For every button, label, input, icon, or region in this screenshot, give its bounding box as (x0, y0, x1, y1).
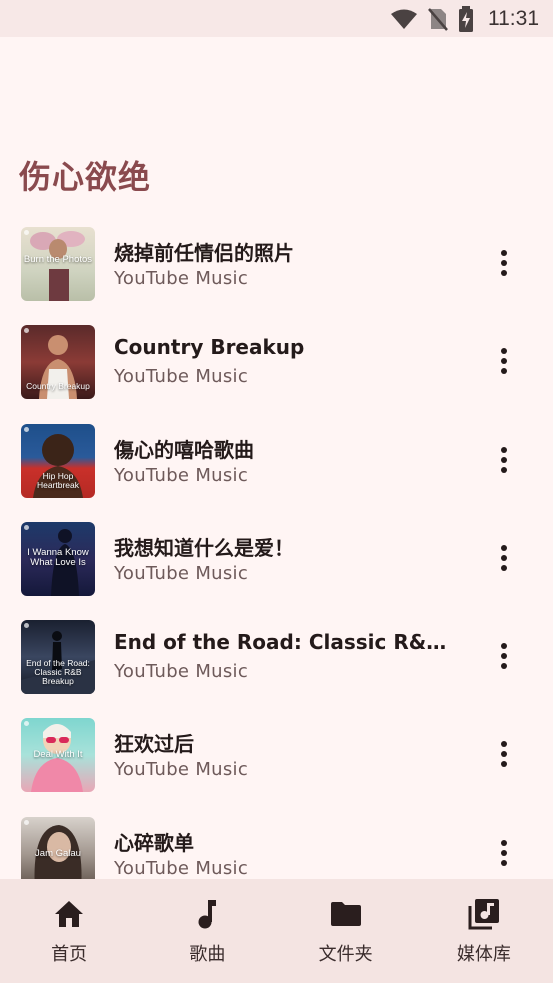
more-options-icon[interactable] (490, 243, 518, 283)
cover-text: Deal With It (33, 749, 83, 761)
track-title: 我想知道什么是爱！ (114, 535, 294, 560)
track-subtitle: YouTube Music (114, 562, 249, 584)
track-subtitle: YouTube Music (114, 464, 249, 486)
home-icon (54, 897, 84, 931)
nav-songs[interactable]: 歌曲 (138, 879, 276, 983)
track-subtitle: YouTube Music (114, 366, 249, 388)
no-sim-icon (428, 7, 448, 31)
more-options-icon[interactable] (490, 341, 518, 381)
playlist-cover: Country Breakup (21, 325, 95, 400)
cover-text: Country Breakup (26, 381, 90, 392)
cover-text: Hip Hop Heartbreak (36, 470, 80, 490)
folder-icon (330, 897, 362, 931)
page-title: 伤心欲绝 (19, 158, 152, 196)
track-title: 狂欢过后 (114, 732, 194, 757)
track-title: 傷心的嘻哈歌曲 (114, 437, 254, 462)
cover-text: Burn the Photos (23, 254, 93, 265)
track-title: 烧掉前任情侣的照片 (114, 241, 294, 265)
wifi-icon (390, 8, 418, 30)
more-options-icon[interactable] (490, 538, 518, 578)
track-subtitle: YouTube Music (114, 857, 249, 879)
list-item[interactable]: Burn the Photos 烧掉前任情侣的照片 YouTube Music (0, 213, 553, 311)
battery-charging-icon (458, 5, 474, 32)
track-title: 心碎歌单 (114, 830, 194, 855)
track-title: Country Breakup (114, 335, 305, 360)
list-item[interactable]: End of the Road: Classic R&B Breakup End… (0, 606, 553, 704)
list-item[interactable]: Hip Hop Heartbreak 傷心的嘻哈歌曲 YouTube Music (0, 410, 553, 508)
list-item[interactable]: I Wanna Know What Love Is 我想知道什么是爱！ YouT… (0, 508, 553, 606)
cover-text: I Wanna Know What Love Is (27, 546, 89, 568)
nav-folders[interactable]: 文件夹 (277, 879, 415, 983)
playlist-cover: Deal With It (21, 718, 95, 793)
list-item[interactable]: Deal With It 狂欢过后 YouTube Music (0, 704, 553, 802)
nav-home[interactable]: 首页 (0, 879, 138, 983)
more-options-icon[interactable] (490, 734, 518, 774)
playlist-cover: End of the Road: Classic R&B Breakup (21, 620, 95, 695)
more-options-icon[interactable] (490, 636, 518, 676)
track-subtitle: YouTube Music (114, 759, 249, 781)
playlist-list: Burn the Photos 烧掉前任情侣的照片 YouTube Music … (0, 213, 553, 901)
more-options-icon[interactable] (490, 833, 518, 873)
cover-text: Jam Galau (35, 847, 81, 859)
list-item[interactable]: Country Breakup Country Breakup YouTube … (0, 311, 553, 409)
cover-text: End of the Road: Classic R&B Breakup (26, 658, 90, 687)
track-subtitle: YouTube Music (114, 268, 249, 289)
playlist-cover: Burn the Photos (21, 227, 95, 301)
nav-library-label: 媒体库 (456, 944, 511, 965)
nav-library[interactable]: 媒体库 (415, 879, 553, 983)
library-music-icon (468, 897, 500, 931)
status-bar: 11:31 (0, 0, 553, 37)
status-time: 11:31 (488, 6, 539, 30)
track-title: End of the Road: Classic R&B Breakup (114, 630, 459, 655)
more-options-icon[interactable] (490, 440, 518, 480)
playlist-cover: Hip Hop Heartbreak (21, 423, 95, 498)
nav-songs-label: 歌曲 (189, 944, 226, 965)
music-note-icon (196, 897, 218, 931)
track-subtitle: YouTube Music (114, 661, 249, 683)
nav-home-label: 首页 (51, 944, 88, 965)
bottom-navigation: 首页 歌曲 文件夹 媒体库 (0, 879, 553, 983)
playlist-cover: I Wanna Know What Love Is (21, 521, 95, 596)
nav-folders-label: 文件夹 (318, 944, 373, 965)
